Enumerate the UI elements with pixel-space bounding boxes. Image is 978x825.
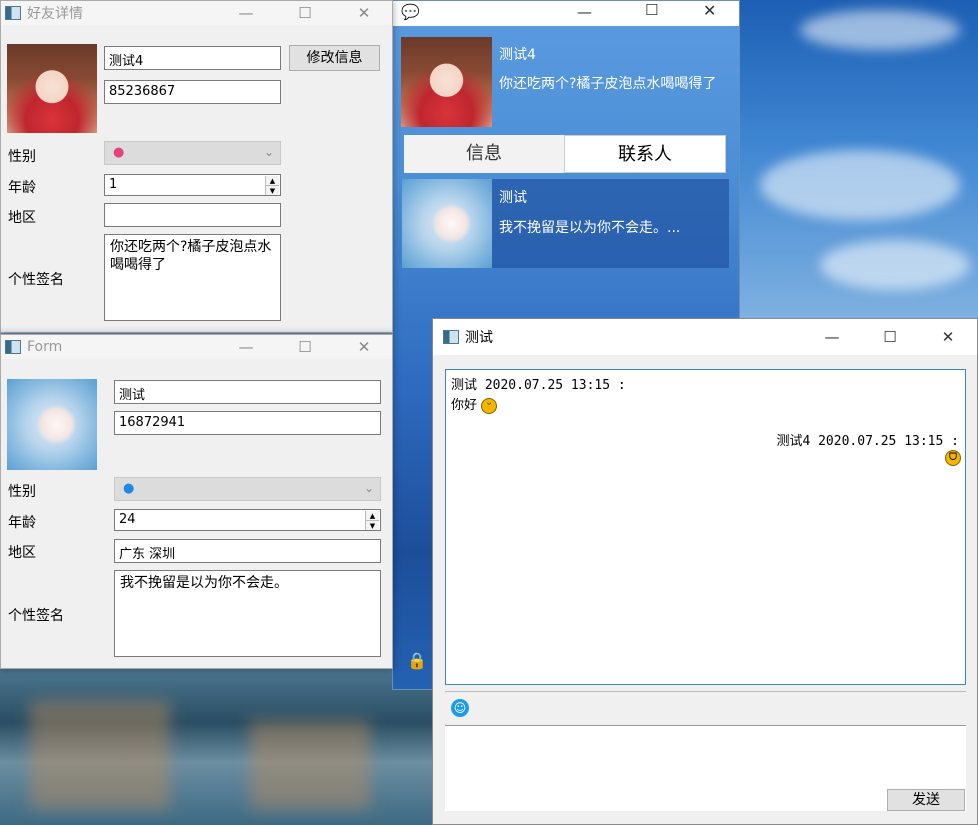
contact-preview: 我不挽留是以为你不会走。...	[499, 220, 681, 236]
region-field[interactable]	[104, 203, 281, 227]
age-value: 24	[119, 512, 136, 527]
maximize-button[interactable]: ☐	[282, 1, 328, 25]
app-icon	[443, 330, 459, 344]
chevron-down-icon: ⌄	[363, 481, 374, 495]
profile-signature: 你还吃两个?橘子皮泡点水喝喝得了	[499, 76, 717, 92]
lock-icon[interactable]: 🔒	[407, 651, 427, 670]
spin-arrows[interactable]: ▲ ▼	[365, 511, 379, 530]
smiley-icon[interactable]: ☺	[451, 699, 469, 717]
form-window: Form — ☐ ✕ 测试 16872941 性别 ● ⌄ 年龄 24 ▲ ▼ 地…	[0, 334, 393, 669]
gender-label: 性别	[8, 484, 36, 500]
maximize-button[interactable]: ☐	[282, 335, 328, 359]
contact-name: 测试	[499, 190, 527, 206]
tab-contacts[interactable]: 联系人	[564, 135, 726, 173]
edit-info-button[interactable]: 修改信息	[289, 45, 380, 71]
age-value: 1	[109, 177, 118, 192]
minimize-button[interactable]: —	[223, 335, 269, 359]
male-icon: ●	[123, 481, 135, 496]
minimize-button[interactable]: —	[223, 1, 269, 25]
tab-bar: 信息 联系人	[404, 135, 726, 173]
age-label: 年龄	[8, 180, 36, 196]
window-title: 好友详情	[27, 6, 83, 22]
close-button[interactable]: ✕	[341, 335, 387, 359]
friend-detail-window: 好友详情 — ☐ ✕ 测试4 修改信息 85236867 性别 ● ⌄ 年龄 1…	[0, 0, 393, 333]
female-icon: ●	[113, 145, 125, 160]
reflection	[250, 720, 370, 810]
age-spinbox[interactable]: 1 ▲ ▼	[104, 174, 281, 196]
name-field[interactable]: 测试4	[104, 46, 281, 70]
chat-list-titlebar: 💬 — ☐ ✕	[393, 1, 739, 26]
close-button[interactable]: ✕	[925, 319, 971, 355]
message-body: 你好 ᵕ	[451, 394, 498, 414]
id-field[interactable]: 85236867	[104, 80, 281, 104]
app-icon	[5, 340, 21, 354]
contact-item[interactable]: 测试 我不挽留是以为你不会走。...	[402, 179, 729, 268]
region-label: 地区	[8, 210, 36, 226]
send-button[interactable]: 发送	[887, 789, 965, 811]
message-header: 测试4 2020.07.25 13:15 :	[776, 434, 959, 449]
region-label: 地区	[8, 545, 36, 561]
profile-avatar[interactable]	[401, 37, 492, 127]
maximize-icon[interactable]: ☐	[645, 1, 658, 19]
signature-textarea[interactable]: 你还吃两个?橘子皮泡点水喝喝得了	[104, 234, 281, 321]
reflection	[30, 700, 170, 810]
maximize-button[interactable]: ☐	[867, 319, 913, 355]
minimize-icon[interactable]: —	[577, 3, 592, 21]
cloud	[760, 150, 960, 220]
gender-select[interactable]: ● ⌄	[104, 141, 281, 165]
age-label: 年龄	[8, 515, 36, 531]
message-history[interactable]: 测试 2020.07.25 13:15 : 你好 ᵕ 测试4 2020.07.2…	[445, 369, 966, 685]
window-title: Form	[27, 339, 63, 355]
signature-label: 个性签名	[8, 608, 64, 624]
friend-detail-titlebar: 好友详情 — ☐ ✕	[1, 1, 392, 25]
form-titlebar: Form — ☐ ✕	[1, 335, 392, 359]
conversation-window: 测试 — ☐ ✕ 测试 2020.07.25 13:15 : 你好 ᵕ 测试4 …	[432, 318, 978, 825]
close-button[interactable]: ✕	[341, 1, 387, 25]
cloud	[820, 240, 970, 290]
window-title: 测试	[465, 330, 493, 346]
name-field[interactable]: 测试	[114, 380, 381, 404]
signature-textarea[interactable]: 我不挽留是以为你不会走。	[114, 570, 381, 657]
contact-avatar	[402, 179, 492, 268]
message-text: 你好	[451, 398, 478, 413]
grin-emoji-icon: ᵕ	[481, 397, 498, 414]
gender-label: 性别	[8, 149, 36, 165]
cloud	[800, 10, 960, 50]
message-header: 测试 2020.07.25 13:15 :	[451, 378, 626, 393]
signature-label: 个性签名	[8, 272, 64, 288]
friend-avatar	[7, 379, 97, 470]
laugh-emoji-icon: ᗜ	[945, 450, 961, 466]
age-spinbox[interactable]: 24 ▲ ▼	[114, 509, 381, 531]
friend-avatar	[7, 44, 97, 133]
minimize-button[interactable]: —	[809, 319, 855, 355]
app-icon	[5, 6, 21, 20]
gender-select[interactable]: ● ⌄	[114, 477, 381, 501]
chat-bubble-icon: 💬	[401, 3, 420, 21]
spin-arrows[interactable]: ▲ ▼	[265, 176, 279, 195]
chevron-down-icon: ⌄	[263, 145, 274, 159]
profile-name: 测试4	[499, 47, 536, 63]
toolbar-divider	[445, 691, 966, 692]
close-icon[interactable]: ✕	[703, 1, 716, 20]
tab-messages[interactable]: 信息	[404, 135, 564, 173]
id-field[interactable]: 16872941	[114, 411, 381, 435]
region-field[interactable]: 广东 深圳	[114, 539, 381, 563]
message-body: ᗜ	[945, 450, 961, 466]
conversation-titlebar: 测试 — ☐ ✕	[433, 319, 977, 355]
